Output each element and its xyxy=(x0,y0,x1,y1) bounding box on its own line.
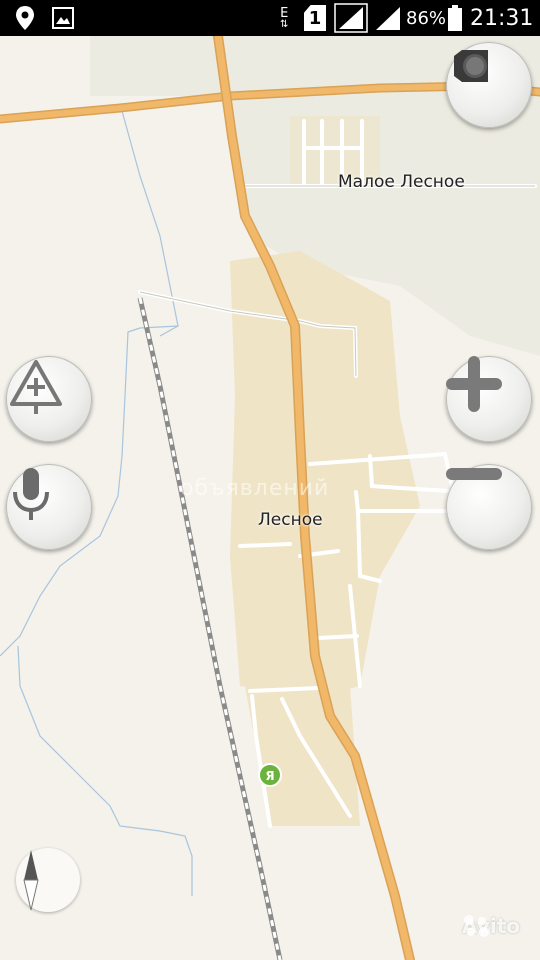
sim-icon: 1 xyxy=(304,0,326,36)
map-view[interactable]: Я объявлений Малое Лесное Лесное Avito xyxy=(0,36,540,960)
zoom-in-button[interactable] xyxy=(446,356,532,442)
add-event-button[interactable] xyxy=(6,356,92,442)
data-transfer-icon: E ⇅ xyxy=(280,5,289,30)
minus-icon xyxy=(446,468,502,480)
user-location-marker[interactable]: Я xyxy=(258,763,282,787)
zoom-out-button[interactable] xyxy=(446,464,532,550)
traffic-light-icon xyxy=(454,50,488,82)
network-type: E xyxy=(280,5,289,21)
microphone-icon xyxy=(13,468,49,520)
voice-button[interactable] xyxy=(6,464,92,550)
sim-slot: 1 xyxy=(304,5,326,31)
place-label-lesnoe: Лесное xyxy=(258,510,323,530)
plus-icon xyxy=(446,356,502,412)
location-icon xyxy=(14,0,36,36)
traffic-button[interactable] xyxy=(446,42,532,128)
image-icon xyxy=(52,0,74,36)
place-label-maloe-lesnoe: Малое Лесное xyxy=(338,172,465,192)
watermark-text: объявлений xyxy=(180,476,330,501)
status-bar: E ⇅ 1 86% 21:31 xyxy=(0,0,540,36)
signal-icon xyxy=(334,0,368,36)
battery-icon xyxy=(448,0,462,36)
battery-percent: 86% xyxy=(406,7,447,29)
compass-button[interactable] xyxy=(16,848,80,912)
marker-letter: Я xyxy=(265,769,274,783)
warning-plus-icon xyxy=(10,360,62,414)
avito-logo-icon xyxy=(464,915,490,937)
clock: 21:31 xyxy=(470,5,534,31)
avito-watermark: Avito xyxy=(462,914,520,938)
compass-icon xyxy=(23,850,39,911)
signal-icon-2 xyxy=(374,0,402,36)
